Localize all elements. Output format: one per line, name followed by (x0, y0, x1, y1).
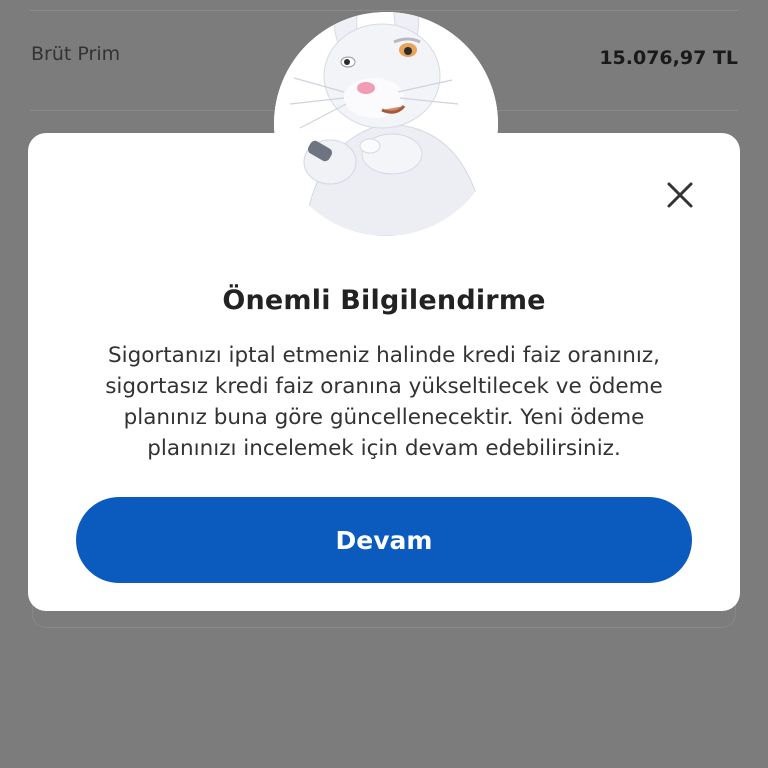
close-icon (667, 182, 693, 208)
divider (30, 10, 738, 11)
modal-title: Önemli Bilgilendirme (222, 285, 546, 316)
continue-button-label: Devam (335, 525, 433, 555)
close-button[interactable] (660, 175, 700, 215)
gross-premium-value: 15.076,97 TL (599, 47, 738, 69)
gross-premium-label: Brüt Prim (31, 43, 121, 65)
rabbit-mascot-illustration (274, 12, 498, 236)
continue-button[interactable]: Devam (76, 497, 692, 583)
modal-message: Sigortanızı iptal etmeniz halinde kredi … (105, 343, 663, 461)
mascot-image (274, 12, 498, 236)
